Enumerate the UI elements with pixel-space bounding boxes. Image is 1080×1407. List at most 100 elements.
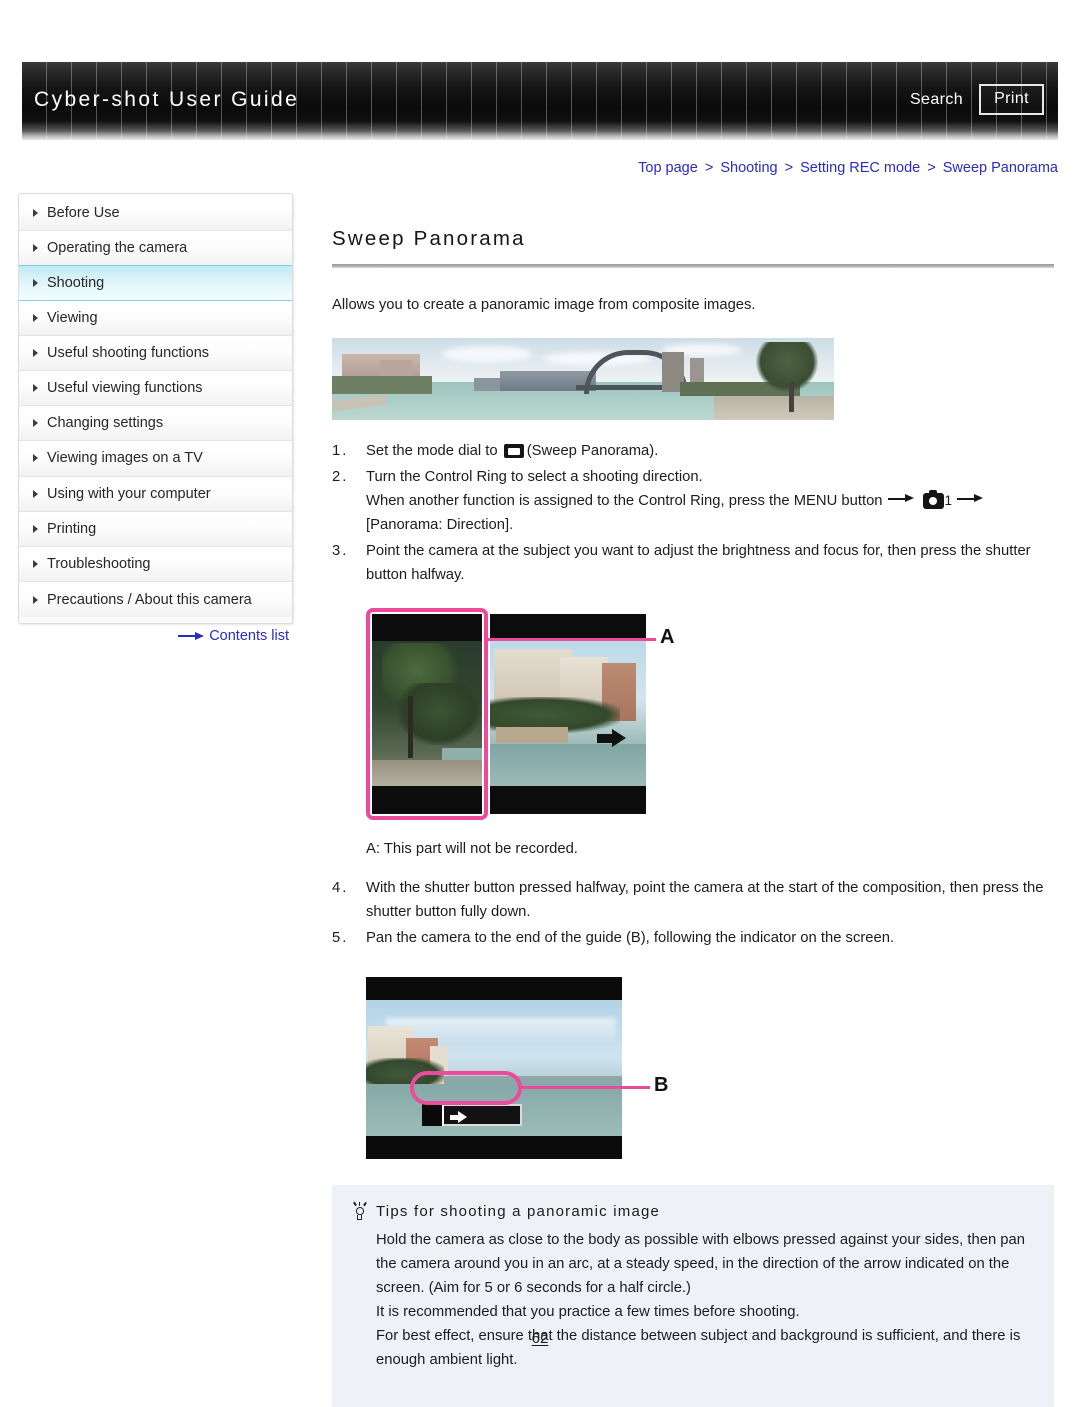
lightbulb-icon bbox=[352, 1201, 367, 1221]
intro-text: Allows you to create a panoramic image f… bbox=[332, 297, 756, 313]
sidebar-item-label: Shooting bbox=[47, 274, 105, 291]
contents-list-link[interactable]: Contents list bbox=[18, 628, 293, 644]
breadcrumb-item-shooting[interactable]: Shooting bbox=[720, 160, 777, 176]
sidebar-item-precautions-about-this-camera[interactable]: Precautions / About this camera bbox=[19, 582, 292, 618]
figure-b-label: B bbox=[654, 1073, 669, 1096]
page-title: Sweep Panorama bbox=[332, 227, 526, 250]
sidebar-item-label: Viewing images on a TV bbox=[47, 450, 203, 467]
figure-a-rocks bbox=[496, 727, 568, 743]
arrow-right-icon bbox=[957, 494, 984, 503]
chevron-right-icon bbox=[33, 244, 38, 253]
chevron-right-icon bbox=[33, 595, 38, 604]
page-number: 62 bbox=[0, 1330, 1080, 1347]
sidebar-item-label: Using with your computer bbox=[47, 485, 211, 502]
steps-list: 1. Set the mode dial to (Sweep Panorama)… bbox=[332, 440, 1054, 588]
sidebar-item-useful-viewing-functions[interactable]: Useful viewing functions bbox=[19, 370, 292, 407]
chevron-right-icon bbox=[33, 419, 38, 428]
step-number: 4. bbox=[332, 880, 349, 896]
contents-list-label: Contents list bbox=[209, 628, 289, 644]
breadcrumb: Top page > Shooting > Setting REC mode >… bbox=[638, 160, 1058, 176]
step-body: With the shutter button pressed halfway,… bbox=[366, 880, 1044, 920]
chevron-right-icon bbox=[33, 454, 38, 463]
figure-b-guide-arrow-icon bbox=[450, 1110, 468, 1123]
print-button[interactable]: Print bbox=[979, 84, 1044, 115]
panorama-shore-right bbox=[714, 396, 834, 421]
tips-body: Hold the camera as close to the body as … bbox=[376, 1229, 1034, 1373]
step-subtext-after: [Panorama: Direction]. bbox=[366, 517, 514, 534]
sidebar-item-label: Printing bbox=[47, 520, 97, 537]
tips-box: Tips for shooting a panoramic image Hold… bbox=[332, 1184, 1054, 1407]
sidebar-item-viewing[interactable]: Viewing bbox=[19, 300, 292, 336]
title-divider bbox=[332, 264, 1054, 268]
chevron-right-icon bbox=[33, 384, 38, 393]
figure-a-leader-line bbox=[488, 638, 656, 641]
sidebar-item-changing-settings[interactable]: Changing settings bbox=[19, 406, 292, 442]
breadcrumb-separator: > bbox=[927, 160, 936, 176]
main-content: Sweep Panorama Allows you to create a pa… bbox=[332, 193, 1054, 1407]
panorama-tree-trunk bbox=[789, 382, 794, 413]
chevron-right-icon bbox=[33, 209, 38, 218]
figure-b-guide-segment bbox=[422, 1103, 444, 1126]
figure-a-direction-arrow-icon bbox=[597, 729, 627, 747]
step-number: 3. bbox=[332, 543, 349, 560]
chevron-right-icon bbox=[33, 489, 38, 498]
step-number: 1. bbox=[332, 443, 349, 460]
step-body: Turn the Control Ring to select a shooti… bbox=[366, 466, 1054, 538]
step-2: 2. Turn the Control Ring to select a sho… bbox=[332, 466, 1054, 538]
arrow-right-icon bbox=[178, 631, 205, 641]
breadcrumb-item-top-page[interactable]: Top page bbox=[638, 160, 698, 176]
step-body: Set the mode dial to (Sweep Panorama). bbox=[366, 440, 1054, 464]
sidebar-item-label: Useful viewing functions bbox=[47, 380, 203, 397]
step-text-after-icon: (Sweep Panorama). bbox=[526, 443, 659, 460]
sweep-panorama-mode-icon bbox=[503, 444, 524, 459]
figure-a-label: A bbox=[660, 626, 675, 648]
figure-b-screen bbox=[366, 976, 622, 1159]
search-button[interactable]: Search bbox=[908, 87, 965, 113]
sidebar-item-operating-the-camera[interactable]: Operating the camera bbox=[19, 231, 292, 267]
sidebar-nav: Before Use Operating the camera Shooting… bbox=[18, 193, 293, 625]
chevron-right-icon bbox=[33, 524, 38, 533]
chevron-right-icon bbox=[33, 313, 38, 322]
camera-settings-icon bbox=[922, 489, 944, 510]
sidebar-item-before-use[interactable]: Before Use bbox=[19, 196, 292, 232]
chevron-right-icon bbox=[33, 348, 38, 357]
app-title: Cyber-shot User Guide bbox=[34, 88, 300, 111]
figure-a-left-screen bbox=[372, 614, 482, 814]
step-subtext-before: When another function is assigned to the… bbox=[366, 493, 883, 510]
step-3: 3. Point the camera at the subject you w… bbox=[332, 540, 1054, 588]
step-5: 5. Pan the camera to the end of the guid… bbox=[332, 927, 1054, 951]
breadcrumb-item-sweep-panorama[interactable]: Sweep Panorama bbox=[943, 160, 1058, 176]
sidebar-item-label: Troubleshooting bbox=[47, 555, 151, 572]
panorama-sample-image bbox=[332, 338, 834, 421]
figure-a-tree-trunk bbox=[408, 696, 413, 758]
breadcrumb-separator: > bbox=[784, 160, 794, 176]
step-1: 1. Set the mode dial to (Sweep Panorama)… bbox=[332, 440, 1054, 464]
sidebar-item-printing[interactable]: Printing bbox=[19, 511, 292, 547]
figure-a-right-screen bbox=[490, 614, 646, 814]
sidebar-item-viewing-images-on-a-tv[interactable]: Viewing images on a TV bbox=[19, 441, 292, 477]
step-body: Point the camera at the subject you want… bbox=[366, 543, 1031, 584]
header-bar: Cyber-shot User Guide Search Print bbox=[22, 62, 1058, 140]
chevron-right-icon bbox=[33, 559, 38, 568]
panorama-tree-right bbox=[756, 342, 818, 393]
sidebar-item-using-with-your-computer[interactable]: Using with your computer bbox=[19, 476, 292, 512]
figure-a-unrecorded-area: A bbox=[364, 608, 694, 823]
sidebar-item-useful-shooting-functions[interactable]: Useful shooting functions bbox=[19, 335, 292, 371]
figure-a-left-photo bbox=[372, 641, 482, 786]
sidebar-item-shooting[interactable]: Shooting bbox=[19, 265, 292, 301]
step-number: 5. bbox=[332, 929, 349, 946]
step-body: Pan the camera to the end of the guide (… bbox=[366, 929, 895, 946]
breadcrumb-item-setting-rec-mode[interactable]: Setting REC mode bbox=[800, 160, 920, 176]
sidebar-item-label: Changing settings bbox=[47, 415, 164, 432]
figure-b-leader-line bbox=[518, 1085, 650, 1089]
sidebar-item-label: Before Use bbox=[47, 205, 120, 222]
steps-list-continued: 4. With the shutter button pressed halfw… bbox=[332, 877, 1054, 951]
step-4: 4. With the shutter button pressed halfw… bbox=[332, 877, 1054, 925]
page-number-value: 62 bbox=[531, 1330, 549, 1347]
figure-b-far-shore bbox=[444, 1075, 622, 1084]
figure-a-right-photo bbox=[490, 641, 646, 786]
figure-a-sand bbox=[372, 760, 482, 786]
tips-paragraph: Hold the camera as close to the body as … bbox=[376, 1231, 1025, 1296]
sidebar-item-troubleshooting[interactable]: Troubleshooting bbox=[19, 546, 292, 583]
figure-b-photo bbox=[366, 999, 622, 1136]
